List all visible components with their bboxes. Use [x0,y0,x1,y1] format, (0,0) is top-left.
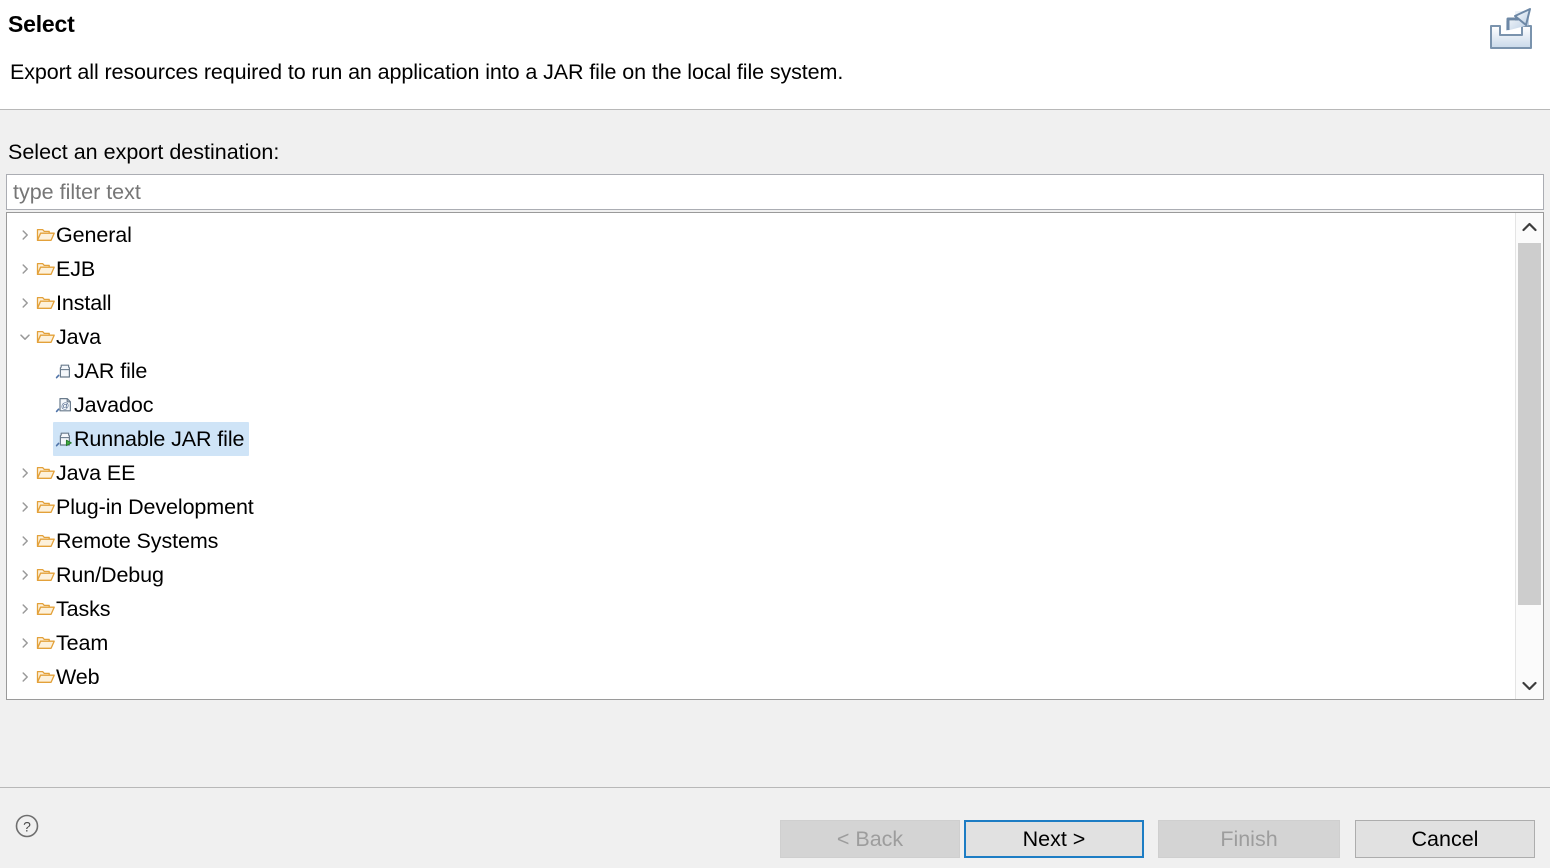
chevron-right-icon[interactable] [18,490,32,524]
folder-icon [36,320,56,354]
tree-item-runnable-jar-file[interactable]: Runnable JAR file [7,422,1515,456]
scrollbar-thumb[interactable] [1518,243,1541,605]
page-title: Select [8,11,75,37]
tree-item-label: JAR file [74,359,148,383]
back-button[interactable]: < Back [780,820,960,858]
chevron-right-icon[interactable] [18,524,32,558]
export-wizard-icon [1484,4,1538,56]
folder-icon [36,456,56,490]
tree-item-label: Javadoc [74,393,154,417]
tree-scrollbar[interactable] [1515,213,1543,699]
runnable-jar-file-icon [55,422,75,456]
chevron-right-icon[interactable] [18,592,32,626]
tree-item-label: General [56,223,132,247]
filter-input[interactable] [6,174,1544,210]
tree-item-label: Run/Debug [56,563,164,587]
chevron-down-icon[interactable] [18,320,32,354]
tree-item-label: Install [56,291,112,315]
wizard-footer: ? < Back Next > Finish Cancel [0,787,1550,868]
folder-icon [36,660,56,694]
folder-icon [36,558,56,592]
svg-text:?: ? [23,819,31,835]
tree-item-label: Java [56,325,102,349]
export-tree[interactable]: General EJB Install Java JAR file @ Javadoc Run… [7,218,1515,696]
wizard-header: Select Export all resources required to … [0,0,1550,110]
jar-file-icon [55,354,75,388]
tree-item-label: Remote Systems [56,529,219,553]
svg-text:@: @ [61,401,69,410]
folder-icon [36,252,56,286]
tree-item-java[interactable]: Java [7,320,1515,354]
folder-icon [36,218,56,252]
tree-item-label: Plug-in Development [56,495,254,519]
tree-item-remote-systems[interactable]: Remote Systems [7,524,1515,558]
tree-item-ejb[interactable]: EJB [7,252,1515,286]
chevron-down-icon[interactable] [1516,672,1543,699]
wizard-body: Select an export destination: General EJB… [0,111,1550,787]
tree-item-label: Team [56,631,109,655]
help-icon[interactable]: ? [14,813,40,839]
tree-item-label: Web [56,665,100,689]
next-button[interactable]: Next > [964,820,1144,858]
tree-item-label: Runnable JAR file [74,427,245,451]
destination-label: Select an export destination: [8,140,280,164]
folder-icon [36,592,56,626]
cancel-button[interactable]: Cancel [1355,820,1535,858]
tree-item-plug-in-development[interactable]: Plug-in Development [7,490,1515,524]
chevron-up-icon[interactable] [1516,213,1543,240]
chevron-right-icon[interactable] [18,252,32,286]
folder-icon [36,490,56,524]
tree-item-label: Tasks [56,597,111,621]
page-description: Export all resources required to run an … [10,60,844,84]
chevron-right-icon[interactable] [18,660,32,694]
javadoc-icon: @ [55,388,75,422]
export-tree-panel: General EJB Install Java JAR file @ Javadoc Run… [6,212,1544,700]
tree-item-tasks[interactable]: Tasks [7,592,1515,626]
tree-item-jar-file[interactable]: JAR file [7,354,1515,388]
chevron-right-icon[interactable] [18,286,32,320]
folder-icon [36,524,56,558]
tree-item-install[interactable]: Install [7,286,1515,320]
folder-icon [36,626,56,660]
tree-item-web[interactable]: Web [7,660,1515,694]
chevron-right-icon[interactable] [18,456,32,490]
tree-item-run-debug[interactable]: Run/Debug [7,558,1515,592]
tree-item-javadoc[interactable]: @ Javadoc [7,388,1515,422]
tree-item-general[interactable]: General [7,218,1515,252]
tree-item-team[interactable]: Team [7,626,1515,660]
tree-item-java-ee[interactable]: Java EE [7,456,1515,490]
folder-icon [36,286,56,320]
chevron-right-icon[interactable] [18,626,32,660]
chevron-right-icon[interactable] [18,558,32,592]
tree-item-label: EJB [56,257,96,281]
finish-button[interactable]: Finish [1158,820,1340,858]
chevron-right-icon[interactable] [18,218,32,252]
tree-item-label: Java EE [56,461,136,485]
